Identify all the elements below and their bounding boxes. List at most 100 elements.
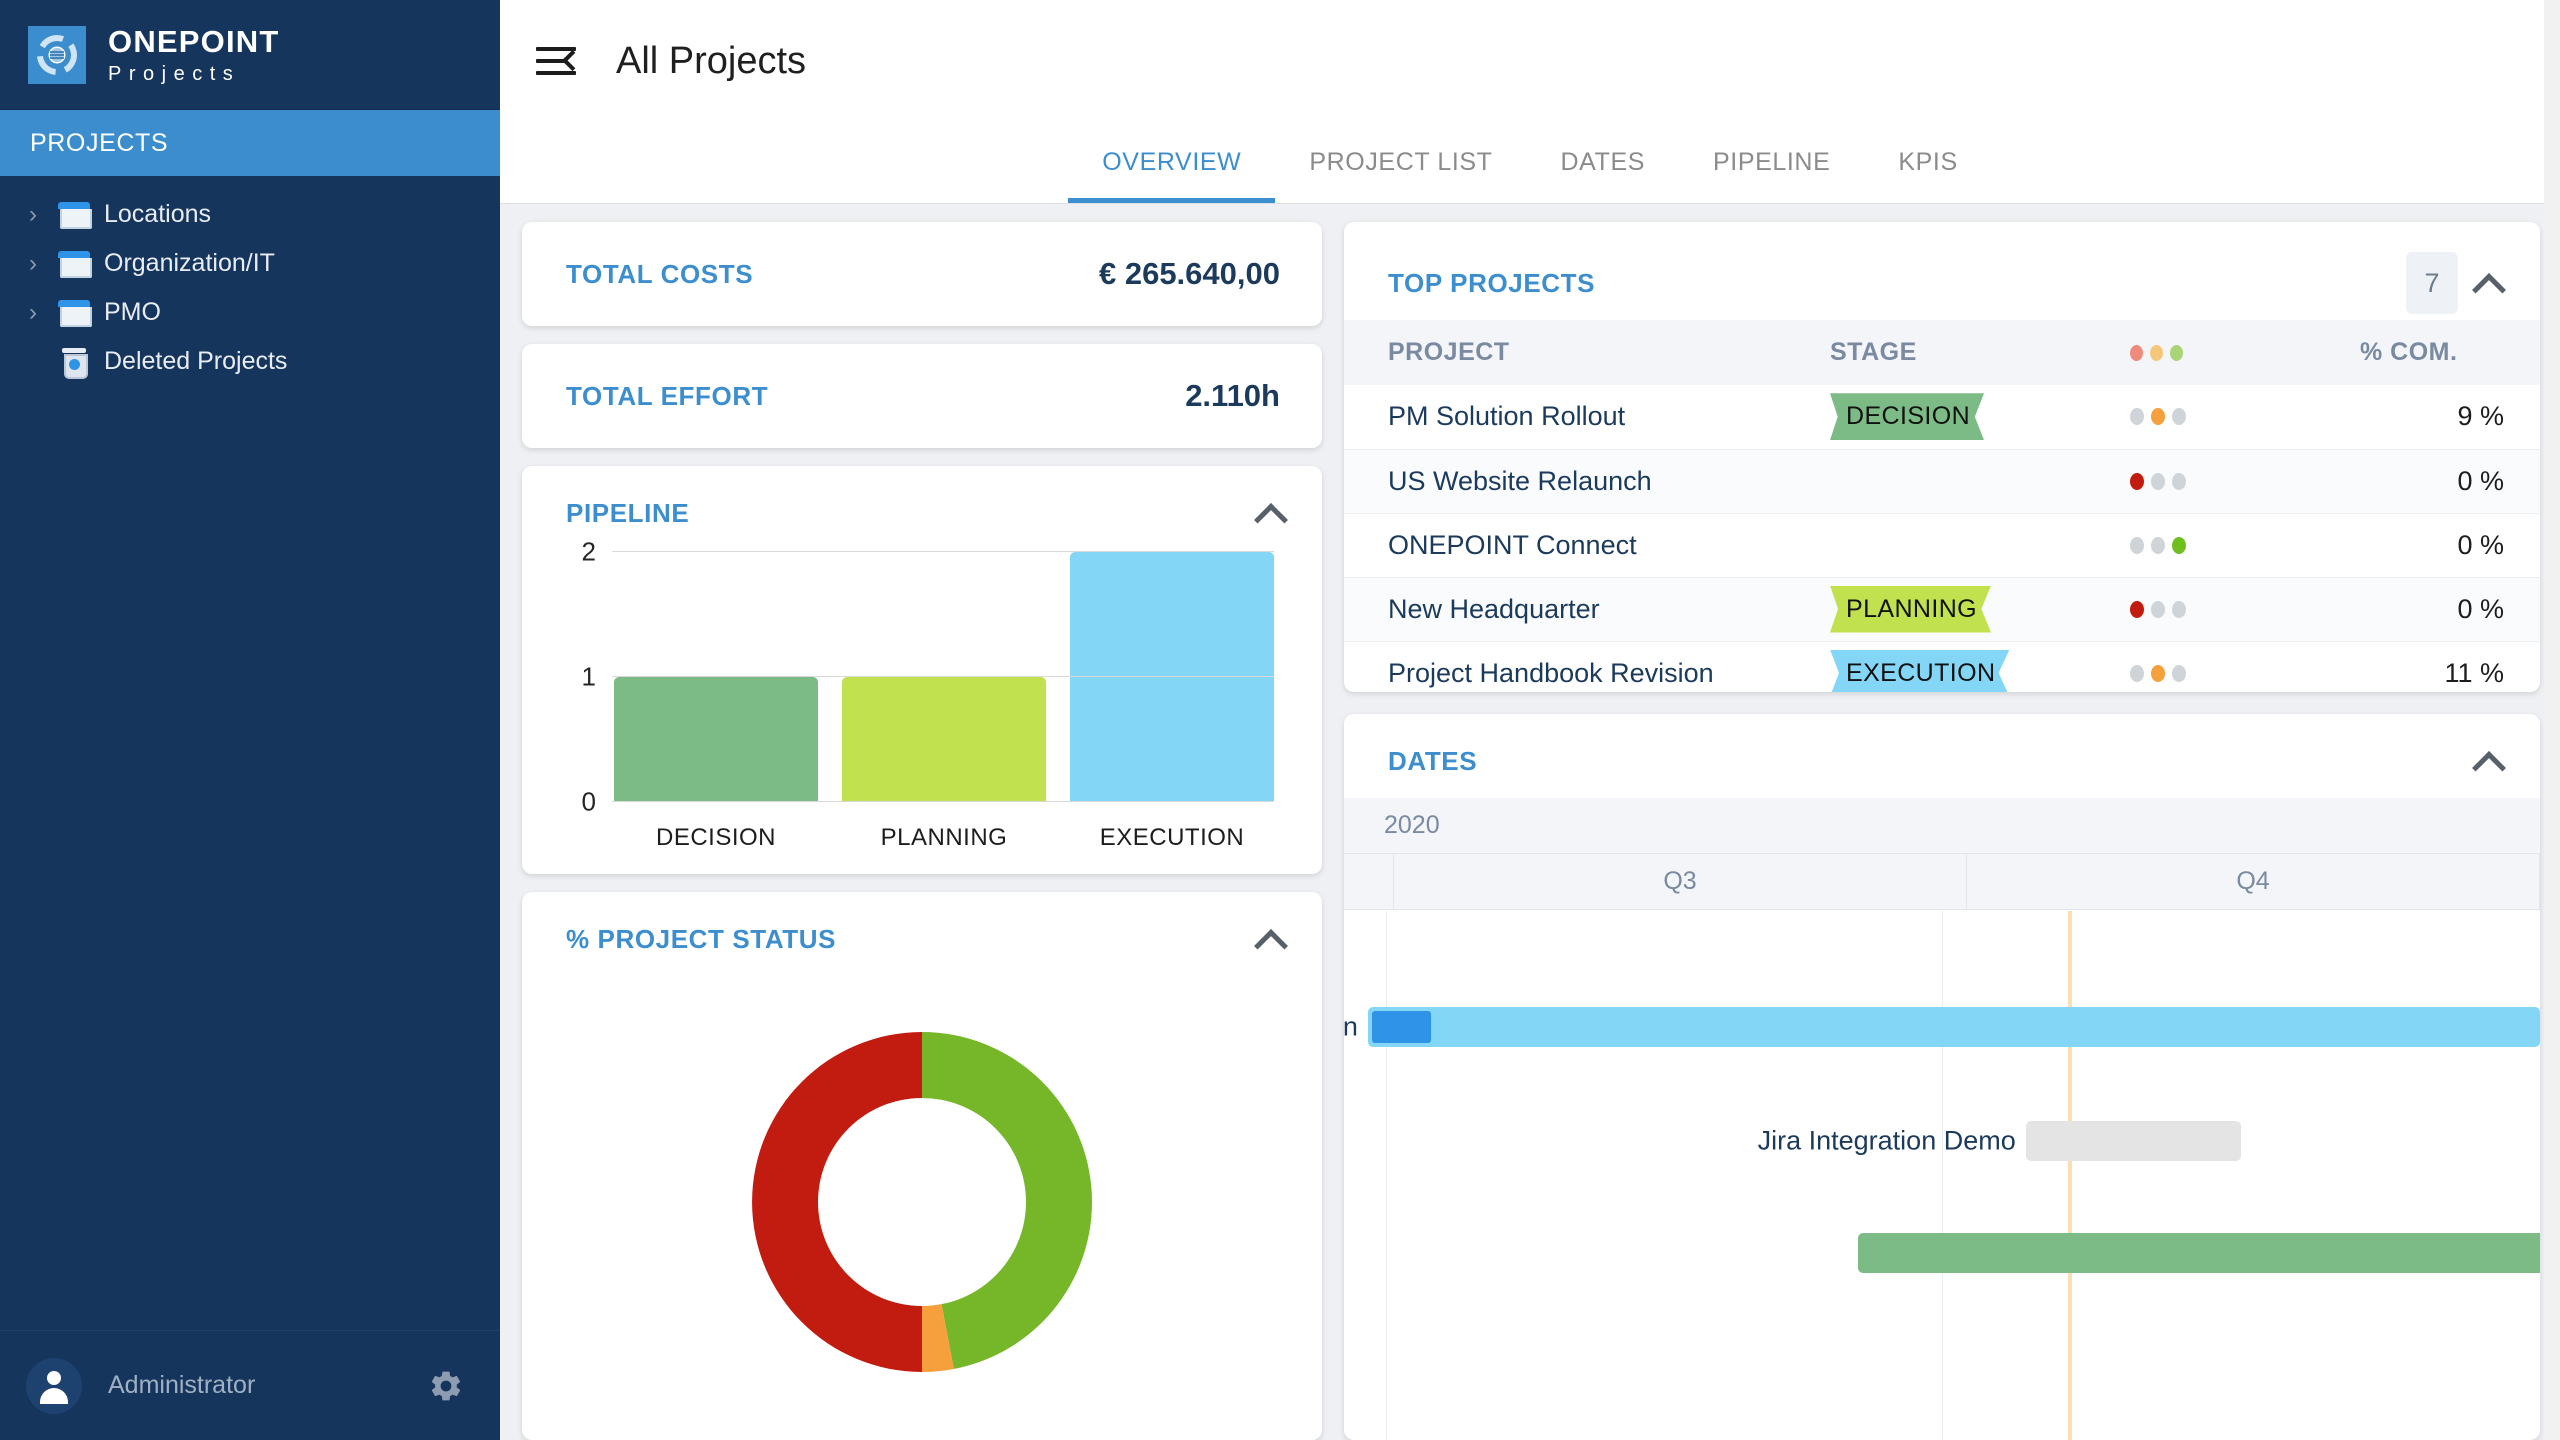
column-header-traffic[interactable] — [2130, 320, 2360, 385]
pipeline-x-labels: DECISION PLANNING EXECUTION — [614, 824, 1274, 852]
project-status-card-header: % PROJECT STATUS — [522, 892, 1322, 962]
total-effort-value: 2.110h — [1185, 378, 1280, 413]
gantt-year-label: 2020 — [1384, 811, 1440, 839]
traffic-light-icon — [2130, 472, 2360, 490]
traffic-light-icon — [2130, 344, 2360, 361]
pipeline-bar[interactable] — [1070, 552, 1274, 802]
cell-stage: DECISION — [1830, 385, 2130, 450]
cell-traffic-light — [2130, 449, 2360, 514]
main-area: All Projects OVERVIEW PROJECT LIST DATES… — [500, 0, 2560, 1440]
tab-overview[interactable]: OVERVIEW — [1068, 122, 1276, 203]
cell-project-name[interactable]: New Headquarter — [1344, 577, 1830, 642]
column-header-stage[interactable]: STAGE — [1830, 320, 2130, 385]
sidebar-item-locations[interactable]: › Locations — [0, 190, 500, 239]
gantt-bar[interactable] — [1367, 1007, 2540, 1047]
tab-dates[interactable]: DATES — [1527, 122, 1680, 203]
user-avatar-icon[interactable] — [26, 1357, 82, 1414]
sidebar-item-label: PMO — [104, 298, 161, 326]
cell-project-name[interactable]: ONEPOINT Connect — [1344, 513, 1830, 578]
page-title: All Projects — [616, 39, 807, 82]
table-row[interactable]: ONEPOINT Connect 0 % — [1344, 513, 2540, 578]
sidebar-item-label: Organization/IT — [104, 249, 275, 277]
table-row[interactable]: Project Handbook Revision EXECUTION 11 % — [1344, 641, 2540, 692]
top-projects-table: PROJECT STAGE % COM. PM Solution Rollout… — [1344, 320, 2540, 692]
tab-project-list[interactable]: PROJECT LIST — [1275, 122, 1526, 203]
chevron-right-icon[interactable]: › — [22, 250, 44, 278]
tab-pipeline[interactable]: PIPELINE — [1679, 122, 1864, 203]
chevron-up-icon[interactable] — [1254, 496, 1288, 530]
chevron-up-icon[interactable] — [2472, 266, 2506, 300]
pipeline-bars — [614, 552, 1274, 802]
gantt-gridline — [1385, 911, 1387, 1440]
top-projects-rows: PM Solution Rollout DECISION 9 % US Website… — [1344, 385, 2540, 692]
gridline — [612, 676, 1274, 677]
sidebar: ONEPOINT Projects PROJECTS › Locations ›… — [0, 0, 500, 1440]
x-axis-tick: PLANNING — [880, 824, 1008, 851]
table-row[interactable]: US Website Relaunch 0 % — [1344, 449, 2540, 514]
hamburger-collapse-icon[interactable] — [536, 46, 584, 76]
top-projects-card-header: TOP PROJECTS 7 — [1344, 222, 2540, 320]
status-badge: EXECUTION — [1830, 649, 2010, 692]
sidebar-section-projects[interactable]: PROJECTS — [0, 110, 500, 176]
cell-traffic-light — [2130, 385, 2360, 450]
traffic-light-icon — [2130, 536, 2360, 554]
tab-kpis[interactable]: KPIS — [1864, 122, 1991, 203]
sidebar-item-organization-it[interactable]: › Organization/IT — [0, 239, 500, 288]
pipeline-card-header: PIPELINE — [522, 466, 1322, 536]
column-header-percent-complete[interactable]: % COM. — [2360, 320, 2540, 385]
sidebar-item-label: Locations — [104, 200, 212, 228]
card-project-status: % PROJECT STATUS — [522, 892, 1322, 1440]
page-vertical-scrollbar[interactable] — [2544, 0, 2560, 1440]
gantt-bar[interactable] — [1858, 1233, 2540, 1273]
cell-traffic-light — [2130, 641, 2360, 692]
table-header-row: PROJECT STAGE % COM. — [1344, 320, 2540, 385]
sidebar-item-pmo[interactable]: › PMO — [0, 288, 500, 337]
cell-project-name[interactable]: Project Handbook Revision — [1344, 641, 1830, 692]
app-root: ONEPOINT Projects PROJECTS › Locations ›… — [0, 0, 2560, 1440]
column-header-project[interactable]: PROJECT — [1344, 320, 1830, 385]
gantt-quarter-q3: Q3 — [1394, 854, 1967, 909]
donut-slice[interactable] — [922, 1032, 1092, 1369]
project-status-card-title: % PROJECT STATUS — [566, 923, 837, 954]
chevron-up-icon[interactable] — [1254, 922, 1288, 956]
cell-project-name[interactable]: US Website Relaunch — [1344, 449, 1830, 514]
total-costs-label: TOTAL COSTS — [566, 258, 754, 289]
dates-card-header: DATES — [1344, 714, 2540, 784]
gantt-chart: 2020 Q3 Q4 ation Jira Integration Demo — [1344, 798, 2540, 1440]
x-axis-tick: DECISION — [655, 824, 776, 851]
gridline — [612, 551, 1274, 552]
gridline — [612, 801, 1274, 802]
donut-slice[interactable] — [752, 1032, 922, 1372]
table-row[interactable]: New Headquarter PLANNING 0 % — [1344, 577, 2540, 642]
project-status-chart — [522, 962, 1322, 1440]
cell-percent-complete: 11 % — [2360, 641, 2540, 692]
brand-name: ONEPOINT — [108, 23, 280, 59]
gantt-bar[interactable] — [2025, 1121, 2241, 1161]
cell-stage — [1830, 513, 2130, 578]
cell-project-name[interactable]: PM Solution Rollout — [1344, 385, 1830, 450]
cell-percent-complete: 0 % — [2360, 513, 2540, 578]
pipeline-chart: 2 1 0 DECISION PLANNING EXECUTION — [522, 536, 1322, 874]
brand-subname: Projects — [108, 62, 241, 85]
brand-text: ONEPOINT Projects — [108, 26, 280, 84]
chevron-up-icon[interactable] — [2472, 744, 2506, 778]
donut-chart — [722, 1002, 1122, 1402]
total-costs-value: € 265.640,00 — [1098, 256, 1280, 291]
table-row[interactable]: PM Solution Rollout DECISION 9 % — [1344, 385, 2540, 450]
gantt-bar-progress — [1371, 1011, 1431, 1043]
pipeline-bar[interactable] — [842, 677, 1046, 802]
card-pipeline: PIPELINE 2 1 0 DECISION PLANNING EXECUTION — [522, 466, 1322, 874]
card-total-costs[interactable]: TOTAL COSTS € 265.640,00 — [522, 222, 1322, 326]
card-total-effort[interactable]: TOTAL EFFORT 2.110h — [522, 344, 1322, 448]
traffic-light-icon — [2130, 664, 2360, 682]
y-axis-tick: 2 — [581, 536, 596, 567]
chevron-right-icon[interactable]: › — [22, 299, 44, 327]
pipeline-bar[interactable] — [614, 677, 818, 802]
gear-icon[interactable] — [428, 1368, 464, 1404]
sidebar-user-bar: Administrator — [0, 1330, 500, 1440]
onepoint-logo-icon — [28, 25, 86, 84]
user-name-label: Administrator — [108, 1371, 256, 1399]
chevron-right-icon[interactable]: › — [22, 201, 44, 229]
gantt-today-marker — [2067, 911, 2072, 1440]
sidebar-item-deleted-projects[interactable]: › Deleted Projects — [0, 337, 500, 386]
